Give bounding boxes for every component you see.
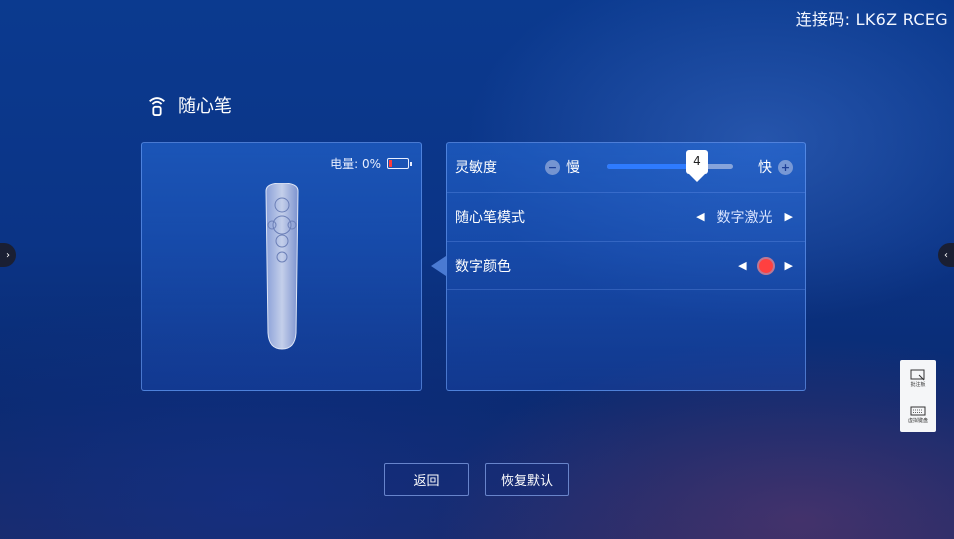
back-button[interactable]: 返回: [384, 463, 469, 496]
page-title: 随心笔: [178, 96, 232, 117]
pen-mode-row: 随心笔模式 ◀ 数字激光 ▶: [447, 192, 805, 240]
connection-code: 连接码: LK6Z RCEG: [795, 10, 948, 29]
mode-prev-icon[interactable]: ◀: [696, 210, 704, 223]
color-row: 数字颜色 ◀ ▶: [447, 241, 805, 289]
fast-label: 快: [758, 160, 772, 176]
fast-control: 快 +: [758, 143, 793, 191]
decrease-sensitivity-button[interactable]: −: [545, 159, 560, 175]
slider-thumb[interactable]: 4: [686, 150, 708, 182]
color-swatch: [758, 258, 773, 273]
slider-fill: [607, 164, 697, 169]
pen-mode-value: 数字激光: [716, 209, 773, 226]
right-edge-toggle[interactable]: ‹: [938, 243, 954, 267]
settings-panel: 灵敏度 − 慢 4 快 + 随心笔模式 ◀ 数字激光 ▶ 数字颜色 ◀ ▶: [446, 142, 806, 391]
battery-icon: [387, 158, 412, 169]
chevron-right-icon: ›: [6, 249, 10, 261]
page-header: 随心笔: [146, 92, 232, 118]
slow-label: 慢: [566, 160, 580, 176]
keyboard-icon: [910, 406, 926, 415]
increase-sensitivity-button[interactable]: +: [778, 159, 793, 175]
sensitivity-label: 灵敏度: [455, 160, 497, 176]
annotation-board-item[interactable]: 批注板: [910, 369, 926, 388]
virtual-keyboard-item[interactable]: 虚拟键盘: [908, 405, 928, 424]
panel-pointer: [431, 256, 446, 276]
device-preview-panel: 电量: 0%: [141, 142, 422, 391]
pen-mode-label: 随心笔模式: [455, 209, 525, 226]
sensitivity-slider[interactable]: 4: [607, 150, 733, 182]
color-label: 数字颜色: [455, 258, 511, 275]
color-next-icon[interactable]: ▶: [785, 259, 793, 272]
remote-pen-image: [265, 183, 299, 350]
color-prev-icon[interactable]: ◀: [738, 259, 746, 272]
chevron-left-icon: ‹: [944, 249, 948, 261]
slow-control: − 慢: [545, 143, 580, 191]
battery-label: 电量: 0%: [330, 157, 381, 171]
side-dock: 批注板 虚拟键盘: [900, 360, 936, 432]
reset-default-button[interactable]: 恢复默认: [485, 463, 569, 496]
annotation-board-label: 批注板: [910, 381, 926, 388]
virtual-keyboard-label: 虚拟键盘: [907, 417, 928, 424]
left-edge-toggle[interactable]: ›: [0, 243, 16, 267]
battery-indicator: 电量: 0%: [330, 155, 412, 172]
sensitivity-row: 灵敏度 − 慢 4 快 +: [447, 143, 805, 191]
mode-next-icon[interactable]: ▶: [785, 210, 793, 223]
wireless-pen-icon: [149, 97, 165, 116]
annotation-board-icon: [910, 369, 925, 380]
row-divider: [447, 289, 805, 290]
